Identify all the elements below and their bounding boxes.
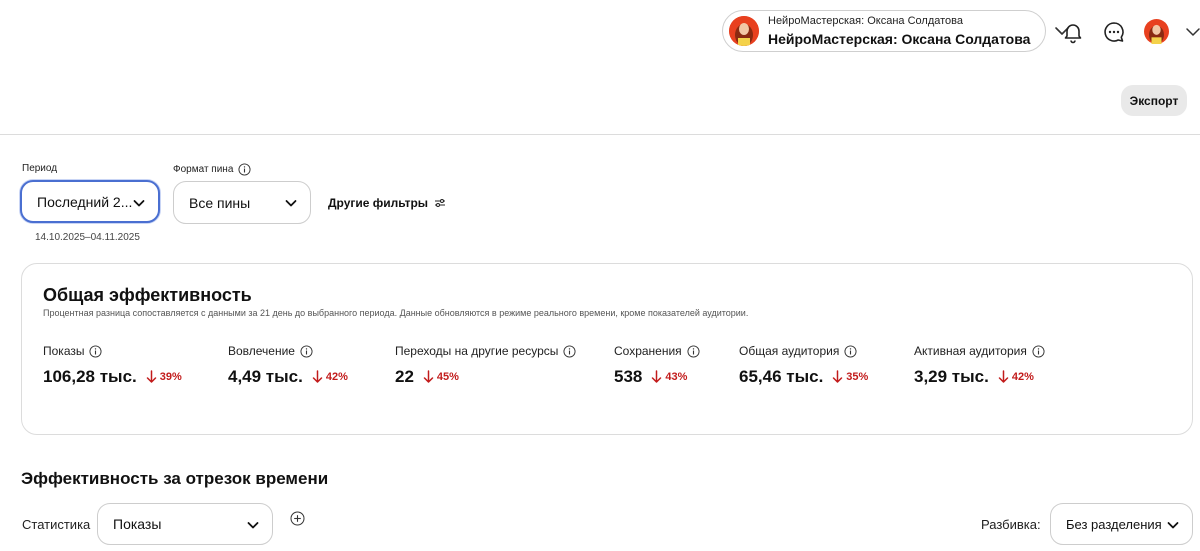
metric-outbound-clicks: Переходы на другие ресурсы 22 45% [395, 344, 576, 387]
metric-total-audience: Общая аудитория 65,46 тыс. 35% [739, 344, 868, 387]
chevron-down-icon [1167, 522, 1179, 529]
metric-label: Сохранения [614, 344, 700, 358]
metric-value: 538 [614, 367, 643, 386]
arrow-down-icon [998, 370, 1009, 383]
metric-label: Активная аудитория [914, 344, 1045, 358]
other-filters-button[interactable]: Другие фильтры [328, 196, 446, 210]
overview-subtitle: Процентная разница сопоставляется с данн… [43, 308, 749, 318]
metric-change-text: 35% [846, 371, 869, 383]
metric-change: 35% [832, 370, 868, 384]
export-button[interactable]: Экспорт [1121, 85, 1187, 116]
metric-change-text: 42% [1011, 371, 1034, 383]
arrow-down-icon [146, 370, 156, 383]
metric-label: Общая аудитория [739, 344, 868, 358]
info-icon[interactable] [1032, 344, 1045, 358]
stat-value: Показы [113, 516, 162, 532]
metric-change-text: 43% [665, 371, 688, 383]
period-select[interactable]: Последний 2... [20, 180, 160, 223]
account-name-small: НейроМастерская: Оксана Солдатова [768, 15, 963, 27]
split-label: Разбивка: [981, 517, 1041, 532]
metric-change: 39% [146, 370, 182, 384]
chevron-down-icon [285, 200, 297, 207]
format-label-text: Формат пина [173, 164, 234, 175]
metric-value: 22 [395, 367, 414, 386]
metric-change: 43% [651, 370, 687, 384]
metric-change: 45% [423, 370, 459, 384]
metric-label: Переходы на другие ресурсы [395, 344, 576, 358]
account-switcher[interactable]: НейроМастерская: Оксана Солдатова НейроМ… [722, 10, 1069, 52]
format-label: Формат пина [173, 163, 251, 176]
info-icon[interactable] [238, 163, 251, 176]
arrow-down-icon [652, 370, 662, 383]
format-select[interactable]: Все пины [173, 181, 311, 224]
metric-engagement: Вовлечение 4,49 тыс. 42% [228, 344, 348, 387]
timeline-title: Эффективность за отрезок времени [21, 469, 329, 488]
other-filters-label: Другие фильтры [328, 196, 429, 210]
metric-change-text: 45% [436, 371, 459, 383]
metric-label-text: Переходы на другие ресурсы [395, 344, 559, 358]
overview-card: Общая эффективность Процентная разница с… [21, 263, 1193, 435]
period-label: Период [22, 163, 58, 174]
metric-engaged-audience: Активная аудитория 3,29 тыс. 42% [914, 344, 1045, 387]
metric-change: 42% [998, 370, 1034, 384]
metric-label-text: Вовлечение [228, 344, 295, 358]
info-icon[interactable] [844, 344, 857, 358]
metric-value: 106,28 тыс. [43, 367, 137, 386]
stat-select[interactable]: Показы [97, 503, 273, 545]
metric-change-text: 42% [325, 371, 348, 383]
chevron-down-icon [133, 200, 145, 207]
info-icon[interactable] [687, 344, 700, 358]
header-divider [0, 134, 1200, 135]
period-range: 14.10.2025–04.11.2025 [35, 232, 140, 243]
bell-icon[interactable] [1061, 20, 1085, 44]
add-metric-icon[interactable] [290, 511, 305, 526]
metric-saves: Сохранения 538 43% [614, 344, 700, 387]
metric-label: Вовлечение [228, 344, 348, 358]
chat-icon[interactable] [1102, 20, 1126, 44]
metric-value: 4,49 тыс. [228, 367, 303, 386]
stat-label: Статистика [22, 517, 91, 532]
split-value: Без разделения [1066, 516, 1162, 532]
info-icon[interactable] [563, 344, 576, 358]
metric-label-text: Показы [43, 344, 85, 358]
metric-change: 42% [312, 370, 348, 384]
chevron-down-icon [247, 522, 259, 529]
format-value: Все пины [189, 194, 251, 211]
sliders-icon [435, 199, 446, 207]
period-value: Последний 2... [37, 193, 133, 210]
overview-title: Общая эффективность [43, 285, 252, 305]
account-avatar [729, 16, 759, 46]
profile-avatar[interactable] [1144, 19, 1169, 44]
metric-change-text: 39% [159, 371, 182, 383]
metric-label-text: Активная аудитория [914, 344, 1027, 358]
metric-label-text: Сохранения [614, 344, 682, 358]
metric-label-text: Общая аудитория [739, 344, 840, 358]
account-name: НейроМастерская: Оксана Солдатова [768, 31, 1031, 47]
arrow-down-icon [833, 370, 843, 383]
metric-label: Показы [43, 344, 182, 358]
chevron-down-icon[interactable] [1185, 24, 1200, 40]
arrow-down-icon [312, 370, 323, 383]
info-icon[interactable] [89, 344, 103, 358]
arrow-down-icon [423, 370, 434, 383]
metric-impressions: Показы 106,28 тыс. 39% [43, 344, 182, 387]
info-icon[interactable] [300, 344, 313, 358]
split-select[interactable]: Без разделения [1050, 503, 1193, 545]
metric-value: 3,29 тыс. [914, 367, 989, 386]
metric-value: 65,46 тыс. [739, 367, 824, 386]
